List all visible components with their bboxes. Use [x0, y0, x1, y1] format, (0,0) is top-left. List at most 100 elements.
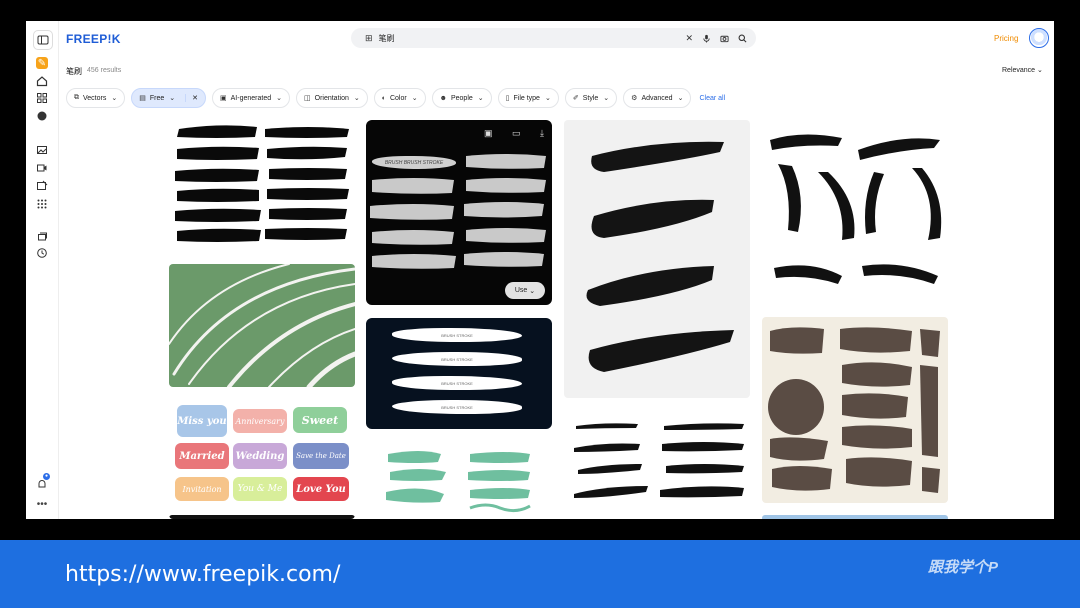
lettering-married: Married	[175, 443, 229, 469]
edit-image-icon[interactable]	[35, 179, 49, 193]
image-icon[interactable]	[35, 143, 49, 157]
lettering-miss-you: Miss you	[177, 405, 227, 437]
chevron-down-icon: ⌄	[1037, 67, 1043, 74]
file-icon: ▯	[505, 95, 510, 102]
microphone-icon[interactable]	[702, 34, 711, 43]
sort-dropdown[interactable]: Relevance ⌄	[1002, 66, 1043, 74]
filter-label: Advanced	[641, 94, 673, 102]
people-icon: ☻	[439, 94, 447, 102]
brush-strokes-image	[175, 125, 349, 242]
footer-banner: https://www.freepik.com/ 跟我学个P	[0, 540, 1080, 608]
results-count: 456 results	[87, 67, 122, 74]
filter-vectors[interactable]: ⧉ Vectors ⌄	[66, 88, 126, 108]
history-icon[interactable]	[35, 246, 49, 260]
gear-icon: ⚙	[631, 95, 638, 102]
clear-search-icon[interactable]: ✕	[685, 33, 693, 44]
chevron-down-icon: ⌄	[529, 287, 536, 295]
video-icon[interactable]	[35, 161, 49, 175]
chevron-down-icon: ⌄	[544, 95, 551, 102]
result-tile-teal-brushes[interactable]	[366, 442, 552, 519]
filter-style[interactable]: ✐ Style ⌄	[564, 88, 618, 108]
lettering-invitation: Invitation	[175, 477, 229, 501]
filter-orientation[interactable]: ◫ Orientation ⌄	[296, 88, 368, 108]
camera-search-icon[interactable]	[720, 34, 729, 43]
filter-file-type[interactable]: ▯ File type ⌄	[497, 88, 559, 108]
sort-label: Relevance	[1002, 67, 1036, 74]
filter-people[interactable]: ☻ People ⌄	[431, 88, 492, 108]
user-avatar[interactable]	[1029, 28, 1049, 48]
filter-bar: ⧉ Vectors ⌄ ▤ Free ⌄ ✕ ▣ AI-generated ⌄ ◫ Orient…	[66, 88, 725, 108]
apps-icon[interactable]	[35, 91, 49, 105]
black-streaks-image	[574, 423, 744, 498]
filter-color[interactable]: ◐ Color ⌄	[373, 88, 426, 108]
teal-brush-strokes-image	[386, 451, 531, 513]
freepik-logo[interactable]: FREEP!K	[66, 32, 121, 46]
result-tile-grey-brushes[interactable]: ▣ ▭ ⤓ BRUSH BRUSH STROKE Use ⌄	[366, 120, 552, 305]
pricing-link[interactable]: Pricing	[994, 34, 1018, 43]
lettering-you-and-me: You & Me	[233, 477, 287, 501]
globe-icon[interactable]	[35, 109, 49, 123]
result-tile-black-streaks[interactable]	[564, 418, 750, 519]
sidebar-toggle-icon[interactable]	[33, 30, 53, 50]
home-icon[interactable]	[35, 74, 49, 88]
lettering-love-you: Love You	[293, 477, 349, 501]
brush-icon: ✐	[572, 95, 579, 102]
results-title: 笔刷	[66, 67, 82, 76]
result-tile-brown-shapes[interactable]	[762, 317, 948, 503]
search-type-icon[interactable]: ⊞	[365, 33, 373, 44]
search-icon[interactable]	[738, 34, 747, 43]
brush-label: BRUSH STROKE	[392, 328, 522, 342]
all-tools-icon[interactable]	[35, 197, 49, 211]
brush-label: BRUSH STROKE	[392, 376, 522, 390]
grey-brush-strokes-image	[370, 154, 546, 269]
filter-label: File type	[513, 94, 540, 102]
result-tile-ink-strokes[interactable]	[564, 120, 750, 398]
chevron-down-icon: ⌄	[353, 95, 360, 102]
filter-ai-generated[interactable]: ▣ AI-generated ⌄	[212, 88, 290, 108]
search-bar[interactable]: ⊞ 笔刷 ✕	[351, 28, 756, 48]
filter-advanced[interactable]: ⚙ Advanced ⌄	[623, 88, 692, 108]
chevron-down-icon: ⌄	[169, 95, 176, 102]
filter-label: Vectors	[83, 94, 107, 102]
clear-all-link[interactable]: Clear all	[699, 95, 725, 102]
chevron-down-icon: ⌄	[111, 95, 118, 102]
chevron-down-icon: ⌄	[603, 95, 610, 102]
orientation-icon: ◫	[304, 95, 311, 102]
next-tile-edge	[169, 515, 355, 519]
ai-icon: ▣	[220, 95, 227, 102]
filter-label: People	[450, 94, 473, 102]
use-button[interactable]: Use ⌄	[505, 282, 545, 299]
filter-label: Color	[389, 94, 407, 102]
brown-brush-shapes-image	[768, 327, 940, 493]
result-tile-dry-brushes[interactable]	[762, 120, 948, 306]
lettering-save-the-date: Save the Date	[293, 443, 349, 469]
result-tile-navy-brushes[interactable]: BRUSH STROKE BRUSH STROKE BRUSH STROKE B…	[366, 318, 552, 429]
layers-icon: ⧉	[74, 94, 79, 101]
left-sidebar: ✎ ● •••	[26, 21, 59, 519]
remove-filter-icon[interactable]: ✕	[185, 94, 198, 102]
filter-free[interactable]: ▤ Free ⌄ ✕	[131, 88, 207, 108]
filter-label: AI-generated	[230, 94, 272, 102]
green-swirl-image	[169, 264, 355, 387]
search-input[interactable]: 笔刷	[379, 33, 686, 44]
lettering-anniversary: Anniversary	[233, 409, 287, 433]
collections-icon[interactable]	[35, 230, 49, 244]
lettering-wedding: Wedding	[233, 443, 287, 469]
filter-label: Free	[149, 94, 165, 102]
notification-badge: ●	[43, 473, 51, 480]
watermark-logo: 跟我学个P	[928, 559, 999, 576]
chevron-down-icon: ⌄	[477, 95, 484, 102]
palette-icon: ◐	[381, 94, 386, 102]
spaces-icon[interactable]: ✎	[36, 57, 48, 69]
more-icon[interactable]: •••	[35, 497, 49, 511]
brush-label: BRUSH STROKE	[392, 400, 522, 414]
notifications-icon[interactable]: ●	[35, 473, 51, 491]
lettering-sweet: Sweet	[293, 407, 347, 433]
result-tile-lettering[interactable]: Miss you Anniversary Sweet Married Weddi…	[169, 401, 355, 519]
result-tile-green-swirl[interactable]	[169, 264, 355, 387]
result-tile-black-brushes[interactable]	[169, 121, 355, 251]
filter-label: Style	[582, 94, 599, 102]
filter-label: Orientation	[314, 94, 349, 102]
chevron-down-icon: ⌄	[677, 95, 684, 102]
ink-strokes-image	[586, 141, 734, 372]
